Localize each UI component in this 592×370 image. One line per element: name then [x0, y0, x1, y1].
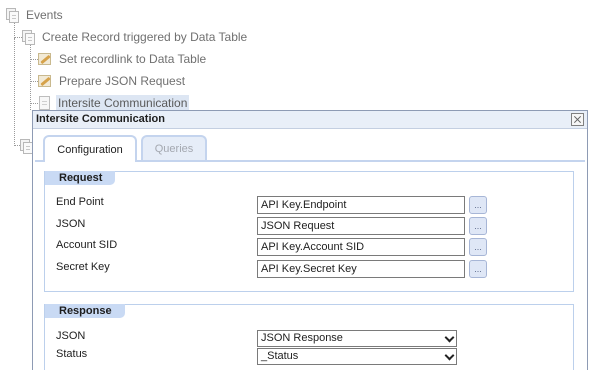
tree-connector — [14, 37, 22, 38]
tree-node-label: Create Record triggered by Data Table — [42, 30, 248, 44]
json-browse-button[interactable]: ... — [469, 217, 487, 235]
tree-connector — [30, 59, 38, 60]
pencil-icon — [38, 52, 52, 66]
tree-connector — [30, 103, 38, 104]
tree-node-label: Events — [26, 8, 63, 22]
account-sid-browse-button[interactable]: ... — [469, 238, 487, 256]
dialog-titlebar[interactable]: Intersite Communication — [33, 111, 587, 129]
chevron-down-icon — [445, 334, 453, 342]
status-select[interactable]: _Status — [257, 348, 457, 365]
tree-connector — [30, 44, 31, 110]
tree-node-label: Prepare JSON Request — [59, 74, 186, 88]
tree-node-label: Set recordlink to Data Table — [59, 52, 207, 66]
chevron-down-icon — [445, 352, 453, 360]
close-icon[interactable] — [571, 113, 584, 126]
request-section-header: Request — [45, 171, 116, 185]
end-point-browse-button[interactable]: ... — [469, 196, 487, 214]
tree-node-label: Intersite Communication — [56, 95, 190, 111]
tab-queries[interactable]: Queries — [141, 135, 207, 161]
field-label-status: Status — [56, 348, 88, 360]
tree-node-prepare-json[interactable]: Prepare JSON Request — [38, 72, 187, 90]
tree-node-set-recordlink[interactable]: Set recordlink to Data Table — [38, 50, 208, 68]
request-section: Request End Point API Key.Endpoint ... J… — [44, 171, 574, 292]
tree-node-events[interactable]: Events — [6, 6, 65, 24]
secret-key-input[interactable]: API Key.Secret Key — [257, 260, 465, 278]
account-sid-input[interactable]: API Key.Account SID — [257, 238, 465, 256]
end-point-input[interactable]: API Key.Endpoint — [257, 196, 465, 214]
tree-connector — [14, 38, 15, 146]
field-label-secret-key: Secret Key — [56, 261, 110, 273]
tree-connector — [14, 22, 15, 38]
dialog-title: Intersite Communication — [36, 113, 165, 125]
tree-node-create-record-event[interactable]: Create Record triggered by Data Table — [22, 28, 249, 46]
field-label-json: JSON — [56, 218, 86, 230]
tab-configuration[interactable]: Configuration — [43, 135, 137, 162]
secret-key-browse-button[interactable]: ... — [469, 260, 487, 278]
field-label-json-response: JSON — [56, 330, 86, 342]
pencil-icon — [38, 74, 52, 88]
field-label-end-point: End Point — [56, 196, 104, 208]
json-response-select[interactable]: JSON Response — [257, 330, 457, 347]
response-section: Response JSON JSON Response Status _Stat… — [44, 304, 574, 370]
document-stack-icon — [22, 29, 35, 45]
json-response-select-value: JSON Response — [261, 332, 343, 344]
page-icon — [38, 95, 51, 111]
field-label-account-sid: Account SID — [56, 239, 118, 251]
status-select-value: _Status — [261, 350, 299, 362]
response-section-header: Response — [45, 304, 125, 318]
document-stack-icon — [6, 7, 19, 23]
json-request-input[interactable]: JSON Request — [257, 217, 465, 235]
intersite-communication-dialog: Intersite Communication Configuration Qu… — [32, 110, 588, 370]
tree-connector — [30, 81, 38, 82]
